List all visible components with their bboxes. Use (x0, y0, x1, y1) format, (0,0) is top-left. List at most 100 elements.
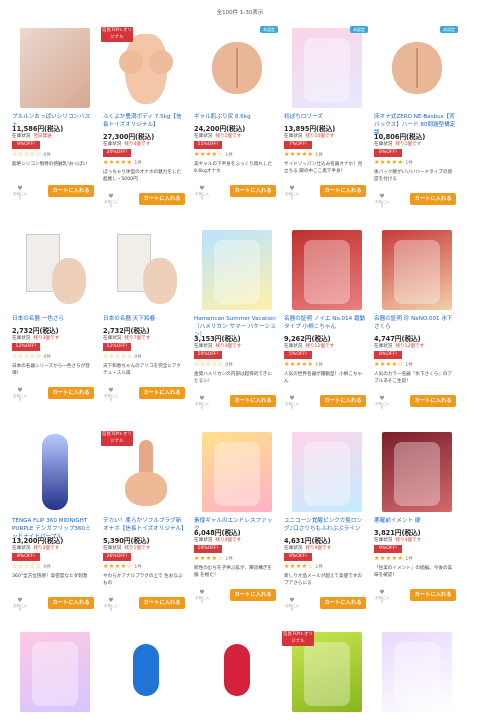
review-count[interactable]: 1件 (405, 557, 412, 562)
favorite-button[interactable]: ♥ お気に入り (12, 185, 28, 200)
add-to-cart-button[interactable]: カートに入れる (139, 193, 185, 205)
product-image[interactable] (382, 28, 452, 108)
product-image[interactable] (202, 632, 272, 712)
stock-status: 在庫状況 残り9個です (284, 545, 331, 551)
product-image[interactable] (382, 632, 452, 712)
review-count[interactable]: 1件 (315, 565, 322, 570)
favorite-button[interactable]: ♥ お気に入り (194, 395, 210, 410)
discount-badge: 26%OFF! (103, 553, 131, 561)
favorite-button[interactable]: ♥ お気に入り (12, 597, 28, 612)
add-to-cart-button[interactable]: カートに入れる (320, 185, 366, 197)
add-to-cart-button[interactable]: カートに入れる (230, 395, 276, 407)
product-price: 3,153円(税込) (194, 335, 241, 343)
rating-stars: ☆☆☆☆☆ 0件 (12, 353, 51, 360)
add-to-cart-button[interactable]: カートに入れる (48, 387, 94, 399)
product-price: 4,747円(税込) (374, 335, 421, 343)
review-count[interactable]: 0件 (43, 565, 50, 570)
stock-label: 在庫状況 (103, 142, 122, 147)
product-image[interactable] (382, 230, 452, 310)
favorite-button[interactable]: ♥ お気に入り (194, 589, 210, 604)
discount-badge: 9%OFF! (284, 553, 312, 561)
product-grid: プルルンおっぱいシリコンバスト 11,586円(税込) 在庫状況 翌日発送 9%OFF… (0, 0, 480, 720)
product-image[interactable] (382, 432, 452, 512)
product-name-link[interactable]: ユニコーン覚醒ピンクカ覧ロング♪口さりちもふわぶぶライン (284, 517, 366, 533)
product-image[interactable] (111, 230, 181, 310)
product-image[interactable] (111, 632, 181, 712)
product-image[interactable] (20, 28, 90, 108)
review-count[interactable]: 1件 (134, 565, 141, 570)
product-image[interactable] (202, 230, 272, 310)
product-name-link[interactable]: ふくよか豊満ボディ 7.5kg【信長トイズオリジナル】 (103, 113, 185, 129)
product-image[interactable] (202, 28, 272, 108)
rating-stars: ☆☆☆☆☆ 0件 (12, 563, 51, 570)
rating-stars: ★★★★☆ 1件 (103, 563, 142, 570)
add-to-cart-button[interactable]: カートに入れる (230, 589, 276, 601)
add-to-cart-button[interactable]: カートに入れる (320, 395, 366, 407)
review-count[interactable]: 1件 (225, 153, 232, 158)
favorite-button[interactable]: ♥ お気に入り (374, 589, 390, 604)
product-name-link[interactable]: 初ぽちロリーズ (284, 113, 366, 121)
review-count[interactable]: 0件 (134, 355, 141, 360)
review-count[interactable]: 1件 (405, 363, 412, 368)
review-count[interactable]: 1件 (134, 161, 141, 166)
product-price: 6,048円(税込) (194, 529, 241, 537)
add-to-cart-button[interactable]: カートに入れる (320, 597, 366, 609)
add-to-cart-button[interactable]: カートに入れる (139, 597, 185, 609)
product-description: 360°全方位快感！高密度なヒダ刺激 (12, 574, 88, 579)
review-count[interactable]: 0件 (225, 363, 232, 368)
product-name-link[interactable]: 名器の証明 珍 NeNO.001 氷下さくら (374, 315, 456, 331)
favorite-button[interactable]: ♥ お気に入り (103, 387, 119, 402)
product-image[interactable] (20, 632, 90, 712)
review-count[interactable]: 1件 (315, 153, 322, 158)
product-image[interactable] (20, 432, 90, 512)
review-count[interactable]: 1件 (225, 557, 232, 562)
favorite-label: お気に入り (104, 604, 118, 612)
add-to-cart-button[interactable]: カートに入れる (230, 185, 276, 197)
product-name-link[interactable]: 日本の名器 一色さら (12, 315, 94, 323)
product-name-link[interactable]: ギャル肌ぷり尻 8.6kg (194, 113, 276, 121)
stock-status: 在庫状況 残り3個です (12, 335, 59, 341)
favorite-button[interactable]: ♥ お気に入り (284, 395, 300, 410)
product-price: 9,262円(税込) (284, 335, 331, 343)
product-image[interactable] (20, 230, 90, 310)
product-image[interactable] (292, 28, 362, 108)
favorite-label: お気に入り (104, 394, 118, 402)
star-glyphs: ☆☆☆☆☆ (194, 361, 224, 368)
product-image[interactable] (292, 230, 362, 310)
product-description: 新しりオ品メールが超えて高値ですのプアさらにる (284, 574, 362, 586)
favorite-button[interactable]: ♥ お気に入り (374, 395, 390, 410)
product-description: 人気のカラー名器『氷下さくら』のアプルあそこ生誕！ (374, 372, 453, 384)
rating-stars: ★★★★☆ 1件 (374, 361, 413, 368)
favorite-button[interactable]: ♥ お気に入り (103, 597, 119, 612)
product-name-link[interactable]: 日本の名器 天下和春 (103, 315, 185, 323)
add-to-cart-button[interactable]: カートに入れる (48, 185, 94, 197)
review-count[interactable]: 0件 (43, 355, 50, 360)
add-to-cart-button[interactable]: カートに入れる (139, 387, 185, 399)
product-image[interactable] (202, 432, 272, 512)
review-count[interactable]: 0件 (43, 153, 50, 158)
favorite-button[interactable]: ♥ お気に入り (194, 185, 210, 200)
favorite-label: お気に入り (375, 596, 389, 604)
star-glyphs: ★★★★★ (284, 361, 314, 368)
add-to-cart-button[interactable]: カートに入れる (410, 193, 456, 205)
product-name-link[interactable]: 名器の証明 ノイエ No.014 霜動タイプ 小柳こちゃん (284, 315, 366, 331)
favorite-button[interactable]: ♥ お気に入り (284, 185, 300, 200)
product-image[interactable] (292, 432, 362, 512)
product-name-link[interactable]: デカい！柔らかソフルプラグ新オナホ【信長トイズオリジナル】 (103, 517, 187, 533)
favorite-label: お気に入り (195, 192, 209, 200)
favorite-button[interactable]: ♥ お気に入り (284, 597, 300, 612)
favorite-button[interactable]: ♥ お気に入り (374, 193, 390, 208)
add-to-cart-button[interactable]: カートに入れる (410, 395, 456, 407)
ship-status: 残り4個です (215, 538, 242, 543)
discount-badge: 10%OFF! (194, 545, 222, 553)
review-count[interactable]: 1件 (315, 363, 322, 368)
rating-stars: ☆☆☆☆☆ 0件 (103, 353, 142, 360)
product-description: 新性のむちを子供ぶ鉱が、陣流構ぎを膝 を極た！ (194, 566, 273, 578)
add-to-cart-button[interactable]: カートに入れる (48, 597, 94, 609)
favorite-button[interactable]: ♥ お気に入り (103, 193, 119, 208)
product-name-link[interactable]: 悪羅前イメント 硬 (374, 517, 456, 525)
add-to-cart-button[interactable]: カートに入れる (410, 589, 456, 601)
product-description: サイドゾッパン仕込み名器オナホ！見立ちる 脚の中ここ奥下半身！ (284, 162, 363, 174)
favorite-button[interactable]: ♥ お気に入り (12, 387, 28, 402)
review-count[interactable]: 1件 (405, 161, 412, 166)
